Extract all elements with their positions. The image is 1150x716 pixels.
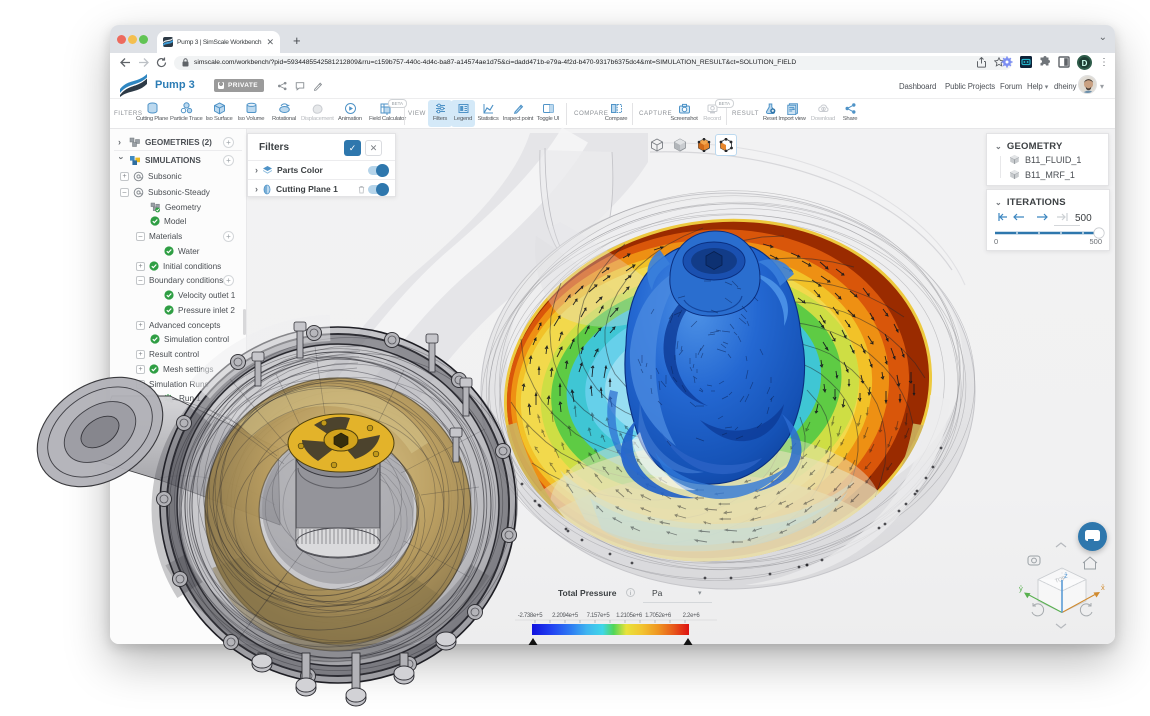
svg-text:ẑ: ẑ xyxy=(1064,571,1068,580)
svg-text:ŷ: ŷ xyxy=(1019,584,1023,593)
svg-text:-2.738e+5: -2.738e+5 xyxy=(518,613,543,619)
svg-text:2.2094e+5: 2.2094e+5 xyxy=(552,613,579,619)
svg-text:1.7052e+6: 1.7052e+6 xyxy=(645,613,672,619)
svg-text:2.2e+6: 2.2e+6 xyxy=(683,613,701,619)
svg-text:500: 500 xyxy=(1075,213,1092,223)
svg-text:1.2105e+6: 1.2105e+6 xyxy=(616,613,643,619)
svg-text:x̂: x̂ xyxy=(1101,583,1105,592)
svg-text:7.157e+5: 7.157e+5 xyxy=(587,613,611,619)
